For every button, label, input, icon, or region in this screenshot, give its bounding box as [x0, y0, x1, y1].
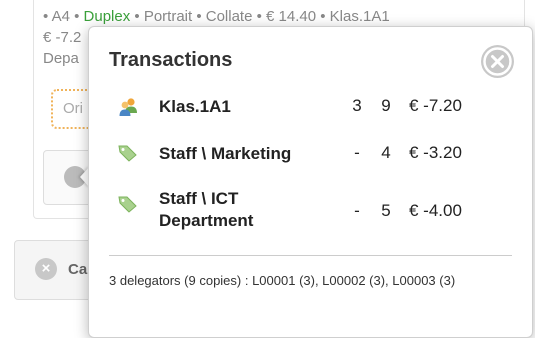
transaction-row: Staff \ ICT Department - 5 € -4.00	[89, 188, 532, 236]
tag-icon	[118, 144, 138, 167]
transaction-col1: 3	[352, 96, 362, 115]
transaction-col1: -	[354, 143, 360, 162]
summary-text: • A4 •	[43, 8, 84, 25]
job-summary-line: • A4 • Duplex • Portrait • Collate • € 1…	[43, 8, 390, 25]
transaction-row: Staff \ Marketing - 4 € -3.20	[89, 143, 532, 167]
transaction-name-line: Staff \ ICT	[159, 189, 239, 208]
job-department-line: Depa	[43, 50, 79, 67]
duplex-label: Duplex	[83, 8, 131, 25]
transaction-col2: 9	[381, 96, 391, 115]
close-icon	[483, 47, 512, 76]
transaction-name-line: Department	[159, 211, 254, 230]
transaction-col1: -	[354, 201, 360, 220]
transaction-name: Staff \ ICT Department	[159, 188, 253, 232]
transaction-amount: € -4.00	[409, 201, 462, 220]
transaction-col2: 4	[381, 143, 391, 162]
tag-icon	[118, 195, 138, 218]
transaction-amount: € -7.20	[409, 96, 462, 115]
transaction-row: Klas.1A1 3 9 € -7.20	[89, 96, 532, 120]
divider	[109, 255, 512, 256]
transaction-name: Klas.1A1	[159, 97, 231, 116]
job-cost-line: € -7.2	[43, 29, 82, 46]
transaction-name: Staff \ Marketing	[159, 144, 292, 163]
transaction-col2: 5	[381, 201, 391, 220]
transaction-amount: € -3.20	[409, 143, 462, 162]
close-button[interactable]	[481, 45, 514, 78]
popover-title: Transactions	[109, 49, 233, 71]
close-icon: ×	[35, 258, 57, 280]
cancel-label: Ca	[68, 261, 88, 278]
delegators-summary: 3 delegators (9 copies) : L00001 (3), L0…	[109, 273, 456, 288]
user-group-icon	[118, 97, 140, 122]
transactions-popover: Transactions Klas.1A1 3 9 € -7.20 Staff …	[88, 26, 533, 338]
summary-text: • Portrait • Collate • € 14.40 • Klas.1A…	[130, 8, 390, 25]
